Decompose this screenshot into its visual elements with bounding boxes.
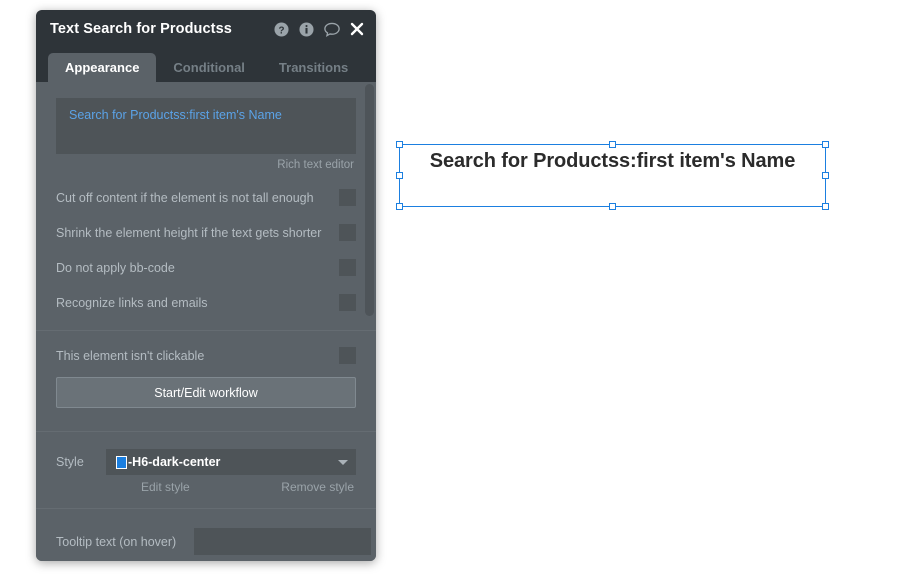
style-selected-value: -H6-dark-center [128, 455, 221, 469]
style-swatch-icon [116, 455, 127, 469]
clickable-section: This element isn't clickable Start/Edit … [36, 331, 376, 431]
style-row: Style -H6-dark-center [36, 449, 376, 475]
style-label: Style [56, 455, 84, 469]
selected-text-element[interactable]: Search for Productss:first item's Name [396, 141, 829, 210]
resize-handle-middle-right[interactable] [822, 171, 829, 179]
resize-handle-bottom-left[interactable] [396, 203, 403, 210]
resize-handle-middle-left[interactable] [396, 171, 403, 179]
svg-text:?: ? [278, 25, 284, 36]
appearance-options: Cut off content if the element is not ta… [36, 171, 376, 330]
chevron-down-icon [338, 459, 348, 465]
info-icon[interactable] [299, 21, 314, 37]
option-row-cut-off-content[interactable]: Cut off content if the element is not ta… [36, 180, 376, 215]
rich-text-section: Search for Productss:first item's Name R… [36, 82, 376, 171]
option-row-shrink-height[interactable]: Shrink the element height if the text ge… [36, 215, 376, 250]
checkbox-no-bb-code[interactable] [339, 259, 356, 276]
rich-text-editor-link[interactable]: Rich text editor [56, 159, 356, 171]
resize-handle-bottom-right[interactable] [822, 203, 829, 210]
style-links: Edit style Remove style [36, 475, 376, 494]
close-icon[interactable] [350, 22, 364, 36]
tab-conditional[interactable]: Conditional [156, 53, 262, 82]
panel-header-icons: ? [274, 21, 364, 37]
remove-style-link[interactable]: Remove style [281, 480, 354, 494]
tooltip-text-input[interactable] [194, 528, 371, 555]
rich-text-value: Search for Productss:first item's Name [69, 108, 282, 122]
checkbox-not-clickable[interactable] [339, 347, 356, 364]
resize-handle-top-left[interactable] [396, 141, 403, 148]
rich-text-editor-field[interactable]: Search for Productss:first item's Name [56, 98, 356, 154]
element-property-panel[interactable]: Text Search for Productss ? Appearance C… [36, 10, 376, 561]
option-label: Do not apply bb-code [56, 260, 175, 275]
style-dropdown[interactable]: -H6-dark-center [106, 449, 356, 475]
tab-appearance[interactable]: Appearance [48, 53, 157, 82]
option-row-recognize-links[interactable]: Recognize links and emails [36, 285, 376, 320]
panel-header: Text Search for Productss ? [36, 10, 376, 48]
option-label: Recognize links and emails [56, 295, 208, 310]
tab-transitions[interactable]: Transitions [262, 53, 365, 82]
panel-body: Search for Productss:first item's Name R… [36, 82, 376, 561]
option-row-not-clickable[interactable]: This element isn't clickable [36, 338, 376, 373]
start-edit-workflow-button[interactable]: Start/Edit workflow [56, 377, 356, 408]
checkbox-recognize-links[interactable] [339, 294, 356, 311]
element-text: Search for Productss:first item's Name [429, 150, 796, 172]
comment-icon[interactable] [324, 22, 340, 37]
checkbox-cut-off-content[interactable] [339, 189, 356, 206]
tooltip-section: Tooltip text (on hover) [36, 509, 376, 555]
edit-style-link[interactable]: Edit style [141, 480, 190, 494]
option-row-no-bb-code[interactable]: Do not apply bb-code [36, 250, 376, 285]
style-section: Style -H6-dark-center Edit style Remove … [36, 432, 376, 508]
tooltip-row: Tooltip text (on hover) [36, 528, 376, 555]
panel-title: Text Search for Productss [50, 21, 232, 37]
option-label: This element isn't clickable [56, 348, 205, 363]
resize-handle-bottom-center[interactable] [608, 203, 616, 210]
help-icon[interactable]: ? [274, 21, 289, 37]
option-label: Cut off content if the element is not ta… [56, 190, 314, 205]
tooltip-label: Tooltip text (on hover) [56, 534, 177, 549]
checkbox-shrink-height[interactable] [339, 224, 356, 241]
panel-tabs[interactable]: Appearance Conditional Transitions [36, 48, 376, 82]
option-label: Shrink the element height if the text ge… [56, 225, 322, 240]
panel-scrollbar-thumb[interactable] [365, 84, 374, 316]
panel-scrollbar[interactable] [365, 82, 374, 561]
resize-handle-top-right[interactable] [822, 141, 829, 148]
resize-handle-top-center[interactable] [608, 141, 616, 148]
